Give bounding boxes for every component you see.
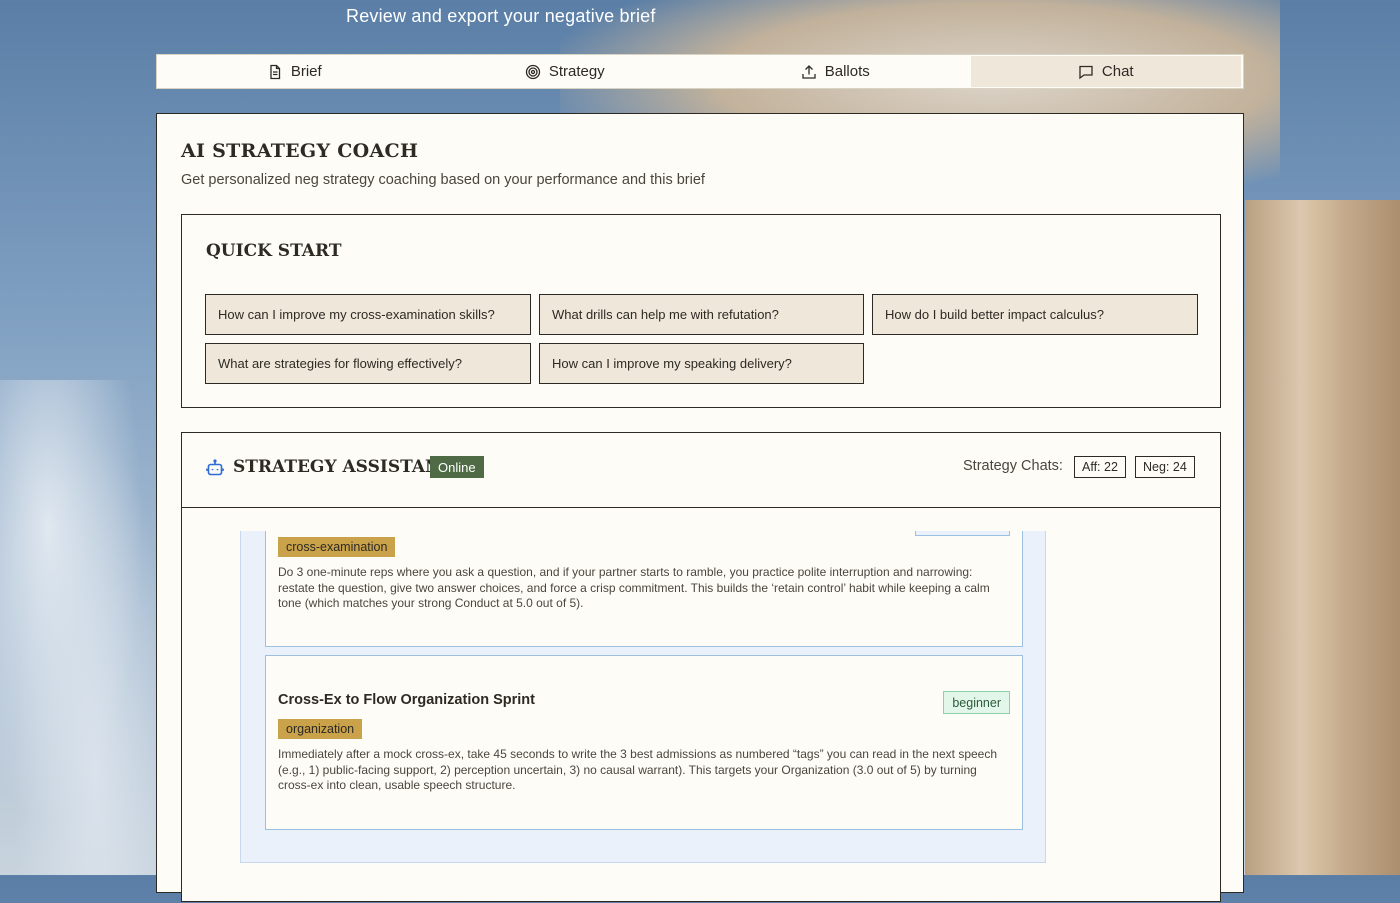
chat-panel: AI STRATEGY COACH Get personalized neg s… xyxy=(156,113,1244,902)
quick-start-title: QUICK START xyxy=(206,241,342,261)
status-badge: Online xyxy=(430,456,484,478)
strategy-chats-label: Strategy Chats: xyxy=(963,458,1063,474)
quick-start-button[interactable]: What are strategies for flowing effectiv… xyxy=(205,343,531,384)
drill-title: Cross-Ex to Flow Organization Sprint xyxy=(278,692,535,708)
tab-strategy[interactable]: Strategy xyxy=(430,56,701,87)
drill-card: Cross-Ex to Flow Organization Sprint beg… xyxy=(265,655,1023,830)
neg-count-badge: Neg: 24 xyxy=(1135,456,1195,478)
tab-ballots-label: Ballots xyxy=(824,63,870,80)
tab-chat-label: Chat xyxy=(1101,63,1134,80)
drill-tag: organization xyxy=(278,719,363,739)
quick-start-button[interactable]: How can I improve my speaking delivery? xyxy=(539,343,864,384)
strategy-assistant-section: STRATEGY ASSISTANT Online Strategy Chats… xyxy=(181,432,1221,902)
tab-strategy-label: Strategy xyxy=(548,63,605,80)
drill-card: cross-examination Do 3 one-minute reps w… xyxy=(265,531,1023,647)
quick-start-button[interactable]: How do I build better impact calculus? xyxy=(872,294,1198,335)
coach-subtitle: Get personalized neg strategy coaching b… xyxy=(181,172,705,188)
level-badge: beginner xyxy=(943,691,1010,714)
assistant-title: STRATEGY ASSISTANT xyxy=(233,457,454,477)
document-icon xyxy=(270,64,280,79)
upload-icon xyxy=(802,64,816,79)
bot-icon xyxy=(206,459,224,476)
quick-start-button[interactable]: What drills can help me with refutation? xyxy=(539,294,864,335)
tab-ballots[interactable]: Ballots xyxy=(700,56,971,87)
drill-tag: cross-examination xyxy=(278,537,396,557)
assistant-message: cross-examination Do 3 one-minute reps w… xyxy=(240,531,1046,863)
quick-start-button[interactable]: How can I improve my cross-examination s… xyxy=(205,294,531,335)
coach-title: AI STRATEGY COACH xyxy=(181,140,419,162)
quick-start-section: QUICK START How can I improve my cross-e… xyxy=(181,214,1221,408)
background-column xyxy=(1245,200,1400,875)
drill-description: Do 3 one-minute reps where you ask a que… xyxy=(278,565,990,610)
assistant-header: STRATEGY ASSISTANT Online Strategy Chats… xyxy=(182,433,1220,508)
background-clouds xyxy=(0,380,160,875)
chat-messages[interactable]: cross-examination Do 3 one-minute reps w… xyxy=(182,531,1220,903)
aff-count-badge: Aff: 22 xyxy=(1074,456,1126,478)
chat-icon xyxy=(1079,65,1093,79)
tab-chat[interactable]: Chat xyxy=(970,56,1241,87)
page-subtitle: Review and export your negative brief xyxy=(346,6,656,26)
tab-brief[interactable]: Brief xyxy=(159,56,430,87)
tab-bar: Brief Strategy Ballots Chat xyxy=(156,54,1244,89)
drill-description: Immediately after a mock cross-ex, take … xyxy=(278,747,998,792)
target-icon xyxy=(525,64,540,79)
tab-brief-label: Brief xyxy=(290,63,322,80)
level-badge xyxy=(915,531,1010,536)
